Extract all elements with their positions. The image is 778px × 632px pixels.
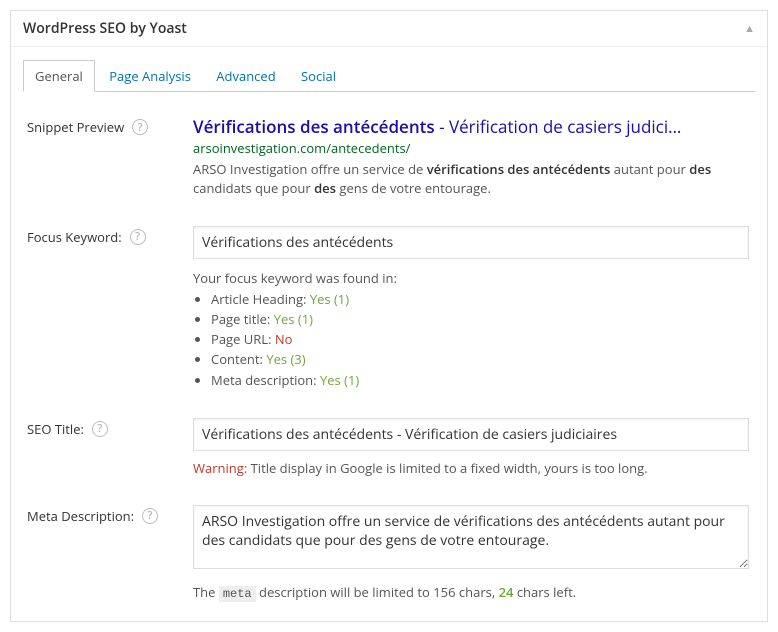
metabox-header[interactable]: WordPress SEO by Yoast ▲ xyxy=(11,11,767,47)
focus-keyword-input[interactable] xyxy=(193,226,749,259)
meta-description-textarea[interactable]: ARSO Investigation offre un service de v… xyxy=(193,505,749,569)
kw-item-content: Content: Yes (3) xyxy=(211,349,749,369)
kw-item-article-heading: Article Heading: Yes (1) xyxy=(211,289,749,309)
metabox-body: General Page Analysis Advanced Social Sn… xyxy=(11,47,767,621)
snippet-title: Vérifications des antécédents - Vérifica… xyxy=(193,116,749,137)
meta-description-note: The meta description will be limited to … xyxy=(193,583,749,601)
yoast-metabox: WordPress SEO by Yoast ▲ General Page An… xyxy=(10,10,768,622)
help-icon[interactable]: ? xyxy=(92,421,108,437)
help-icon[interactable]: ? xyxy=(132,119,148,135)
tabs: General Page Analysis Advanced Social xyxy=(23,59,755,92)
keyword-results-list: Article Heading: Yes (1) Page title: Yes… xyxy=(211,289,749,390)
metabox-title: WordPress SEO by Yoast xyxy=(23,19,187,38)
snippet-title-rest: Vérification de casiers judici… xyxy=(449,115,681,138)
snippet-url: arsoinvestigation.com/antecedents/ xyxy=(193,139,749,157)
focus-keyword-label: Focus Keyword: xyxy=(27,228,122,246)
tab-advanced[interactable]: Advanced xyxy=(205,61,286,91)
keyword-results-intro: Your focus keyword was found in: xyxy=(193,269,749,287)
kw-item-page-url: Page URL: No xyxy=(211,329,749,349)
snippet-label: Snippet Preview xyxy=(27,118,124,136)
tab-social[interactable]: Social xyxy=(290,61,347,91)
kw-item-meta-description: Meta description: Yes (1) xyxy=(211,370,749,390)
tab-general[interactable]: General xyxy=(23,60,95,92)
snippet-description: ARSO Investigation offre un service de v… xyxy=(193,160,749,198)
kw-item-page-title: Page title: Yes (1) xyxy=(211,309,749,329)
row-snippet-preview: Snippet Preview ? Vérifications des anté… xyxy=(23,116,755,198)
snippet-title-bold: Vérifications des antécédents xyxy=(193,115,435,138)
tab-page-analysis[interactable]: Page Analysis xyxy=(98,61,202,91)
collapse-icon[interactable]: ▲ xyxy=(744,21,755,36)
seo-title-input[interactable] xyxy=(193,418,749,451)
row-seo-title: SEO Title: ? Warning: Title display in G… xyxy=(23,418,755,477)
keyword-results: Your focus keyword was found in: Article… xyxy=(193,269,749,390)
seo-title-warning: Warning: Title display in Google is limi… xyxy=(193,459,749,477)
seo-title-label: SEO Title: xyxy=(27,420,84,438)
row-meta-description: Meta Description: ? ARSO Investigation o… xyxy=(23,505,755,601)
help-icon[interactable]: ? xyxy=(142,508,158,524)
help-icon[interactable]: ? xyxy=(130,229,146,245)
row-focus-keyword: Focus Keyword: ? Your focus keyword was … xyxy=(23,226,755,390)
meta-description-label: Meta Description: xyxy=(27,507,134,525)
